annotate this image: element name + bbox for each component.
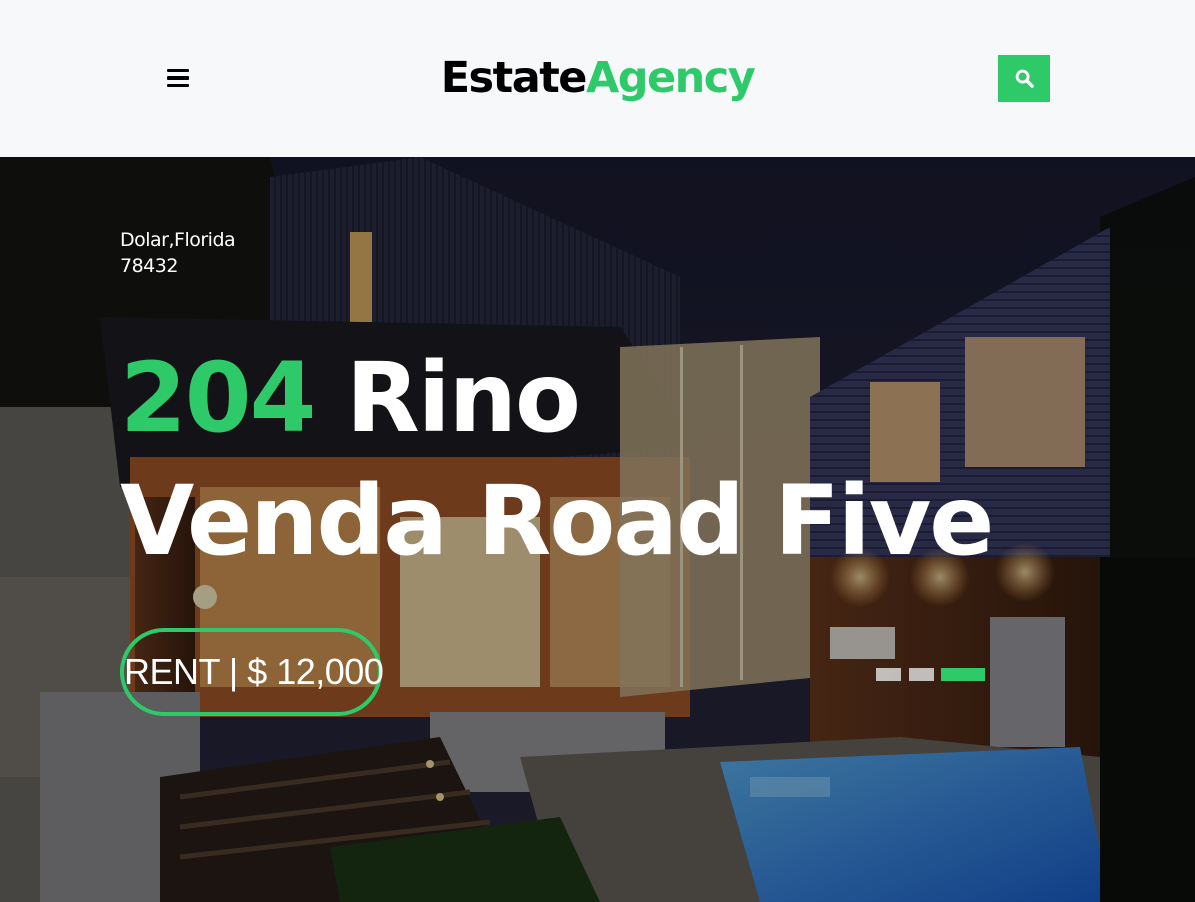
property-location: Dolar,Florida 78432 [120, 227, 280, 279]
rent-price-button[interactable]: RENT | $ 12,000 [120, 628, 384, 716]
property-title: 204 Rino Venda Road Five [120, 337, 1020, 583]
search-button[interactable] [998, 55, 1050, 102]
carousel-dot-1[interactable] [876, 668, 901, 681]
location-zip: 78432 [120, 255, 178, 277]
title-number: 204 [120, 342, 316, 454]
carousel-dot-3-active[interactable] [941, 668, 985, 681]
brand-text-agency: Agency [585, 53, 756, 103]
search-icon [1015, 69, 1034, 88]
navbar: EstateAgency [0, 0, 1195, 157]
title-line2: Venda Road Five [120, 465, 994, 577]
hero-carousel: Dolar,Florida 78432 204 Rino Venda Road … [0, 157, 1195, 902]
location-city: Dolar,Florida [120, 229, 236, 251]
title-line1-rest: Rino [314, 342, 581, 454]
brand-text-estate: Estate [440, 53, 588, 103]
carousel-dot-2[interactable] [909, 668, 934, 681]
